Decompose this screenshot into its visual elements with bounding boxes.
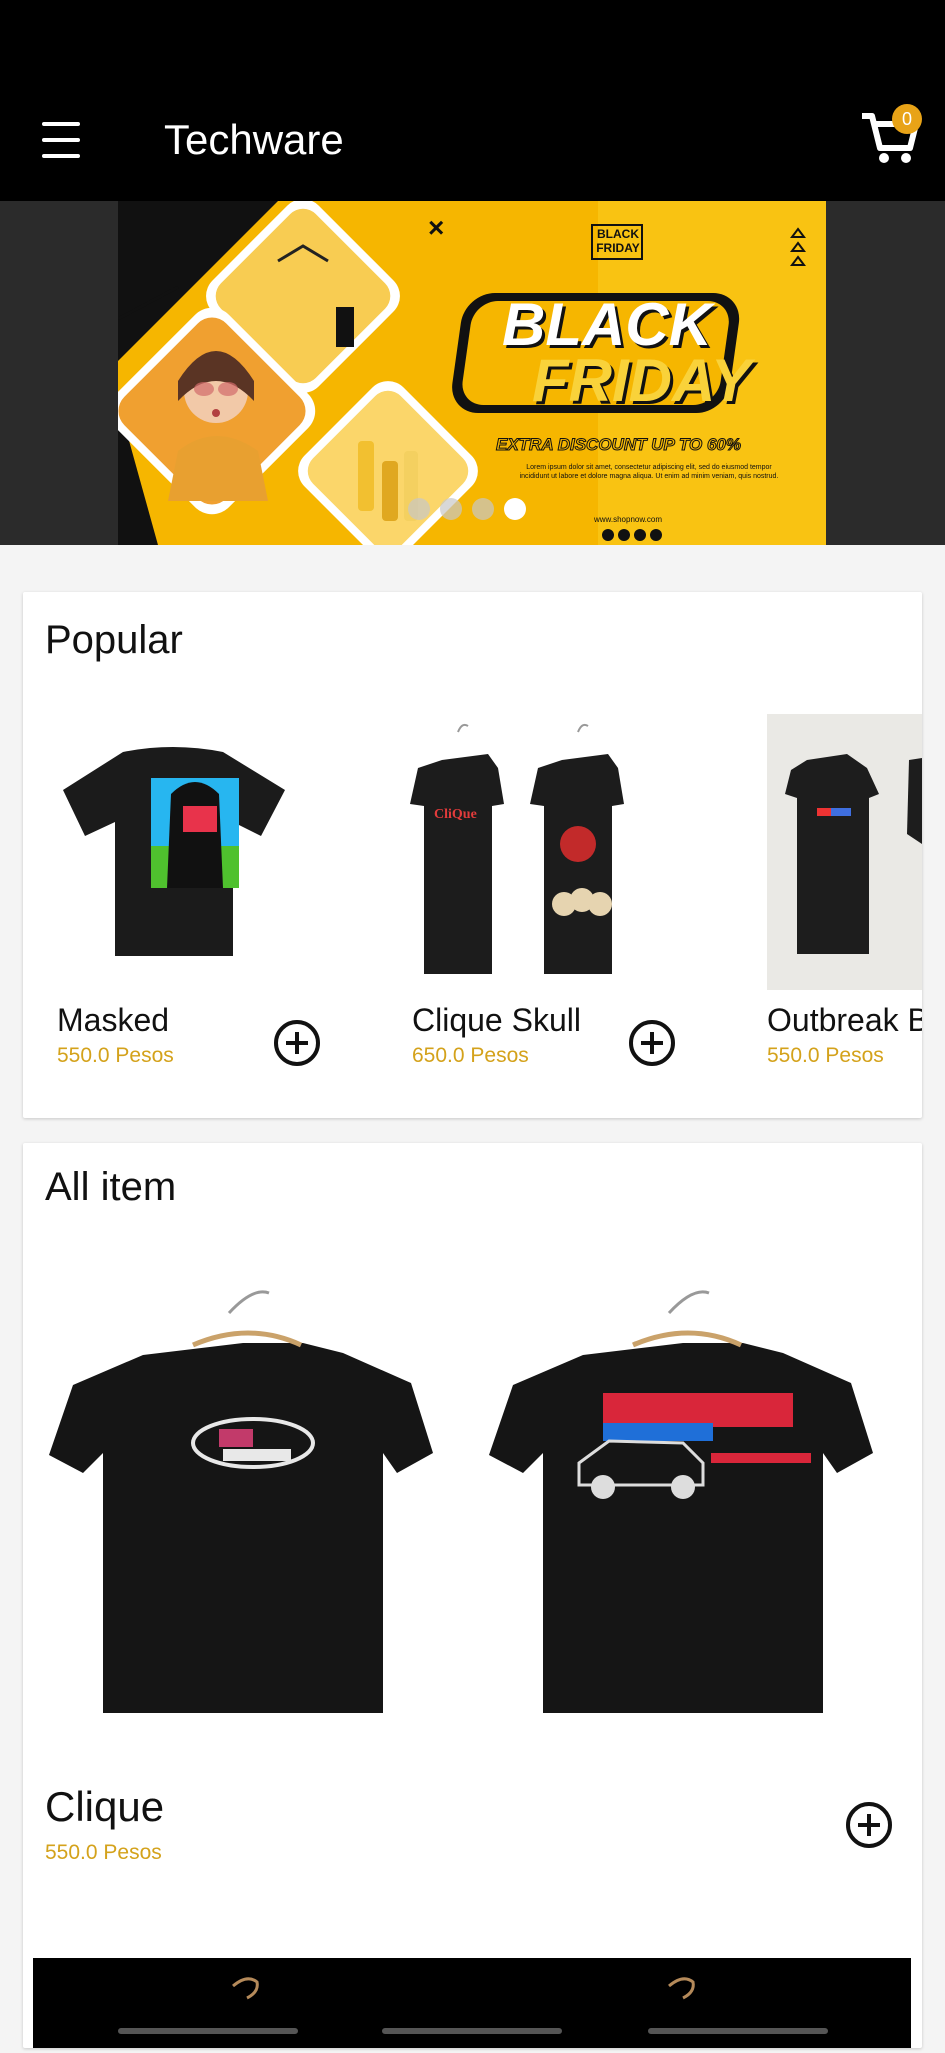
svg-text:×: × [428, 212, 444, 243]
product-image: CliQue [378, 714, 698, 990]
banner-heading-line1: BLACK [502, 291, 712, 358]
cart-count-badge: 0 [892, 104, 922, 134]
banner-website: www.shopnow.com [593, 515, 663, 524]
product-card-masked[interactable]: Masked 550.0 Pesos [23, 714, 343, 1094]
all-items-section: All item Clique 550.0 Pesos [23, 1143, 922, 2048]
product-name: Masked [57, 1002, 170, 1038]
add-to-cart-plus-icon[interactable] [273, 1019, 321, 1067]
product-image [43, 1273, 903, 1853]
banner-heading-line2: FRIDAY [532, 347, 751, 414]
banner-tag-text: BLACK FRIDAY [596, 227, 640, 255]
product-card-outbreak[interactable]: Outbreak Bl 550.0 Pesos [733, 714, 922, 1094]
banner-dot-2[interactable] [440, 498, 462, 520]
all-items-title: All item [45, 1165, 177, 1209]
product-card-clique-skull[interactable]: CliQue Clique Skull 650.0 Pesos [378, 714, 698, 1094]
promo-banner[interactable]: × BLACKFRIDAY BLACK FRIDAY EXTRA DISCOU [0, 201, 945, 545]
product-price: 550.0 Pesos [767, 1044, 884, 1067]
popular-title: Popular [45, 618, 183, 662]
app-title: Techware [164, 116, 344, 163]
status-bar [0, 0, 945, 80]
product-price: 550.0 Pesos [45, 1841, 162, 1864]
product-name: Outbreak Bl [767, 1002, 922, 1038]
svg-text:CliQue: CliQue [434, 807, 477, 822]
app-bar: Techware [0, 80, 945, 201]
banner-dot-3[interactable] [472, 498, 494, 520]
product-name: Clique Skull [412, 1002, 581, 1038]
banner-page-indicator [408, 498, 548, 522]
banner-discount: EXTRA DISCOUNT UP TO 60% [496, 435, 742, 455]
product-price: 550.0 Pesos [57, 1044, 174, 1067]
popular-section: Popular Masked 550.0 Pesos CliQue Clique… [23, 592, 922, 1118]
banner-body-text: Lorem ipsum dolor sit amet, consectetur … [519, 464, 779, 480]
banner-dot-4[interactable] [504, 498, 526, 520]
banner-heading: BLACK FRIDAY [496, 291, 766, 414]
add-to-cart-plus-icon[interactable] [845, 1801, 893, 1849]
banner-dot-1[interactable] [408, 498, 430, 520]
menu-icon[interactable] [38, 120, 84, 160]
product-name: Clique [45, 1783, 165, 1830]
product-image [23, 714, 343, 990]
product-price: 650.0 Pesos [412, 1044, 529, 1067]
product-image [767, 714, 922, 990]
black-friday-banner-image: × BLACKFRIDAY BLACK FRIDAY EXTRA DISCOU [118, 201, 826, 545]
gesture-navigation-bar [0, 2024, 945, 2048]
add-to-cart-plus-icon[interactable] [628, 1019, 676, 1067]
